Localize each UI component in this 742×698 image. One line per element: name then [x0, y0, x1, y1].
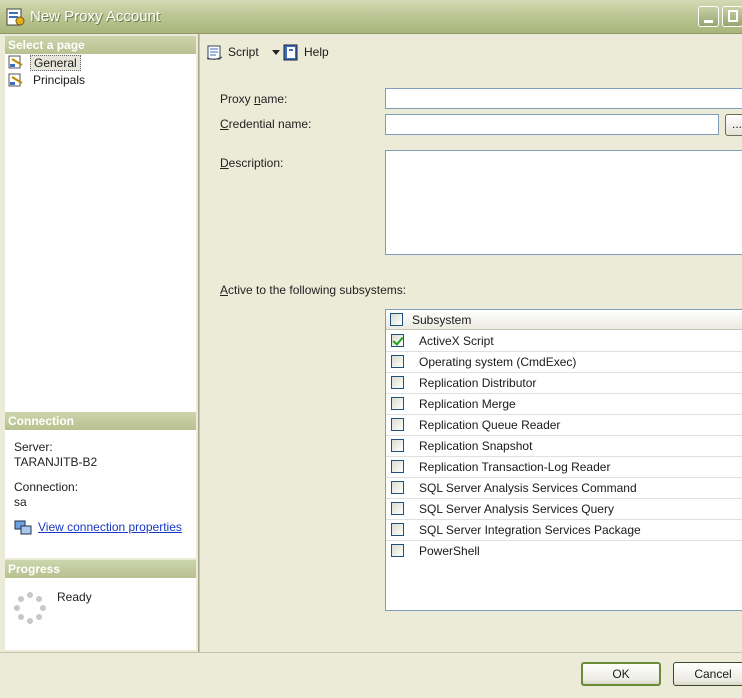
description-label: Description: — [220, 156, 284, 170]
subsystem-row-activex-script[interactable]: ActiveX Script — [386, 331, 742, 352]
script-label: Script — [228, 45, 259, 59]
progress-spinner-icon — [14, 592, 46, 624]
subsystem-row-ssas-query[interactable]: SQL Server Analysis Services Query — [386, 499, 742, 520]
connection-value: sa — [14, 495, 27, 509]
help-label: Help — [304, 45, 329, 59]
help-icon — [283, 44, 298, 61]
subsystem-row-powershell[interactable]: PowerShell — [386, 541, 742, 562]
connection-properties-icon — [14, 520, 32, 535]
minimize-button[interactable] — [698, 6, 719, 27]
subsystem-checkbox[interactable] — [391, 397, 404, 410]
title-bar[interactable]: New Proxy Account — [0, 0, 742, 34]
script-icon — [206, 45, 223, 60]
connection-label: Connection: — [14, 480, 79, 494]
credential-name-input[interactable] — [385, 114, 719, 135]
subsystems-grid: Subsystem ActiveX Script Operating syste… — [385, 309, 742, 611]
page-list: General Principals — [5, 54, 196, 412]
subsystem-name: SQL Server Analysis Services Query — [419, 502, 614, 516]
subsystem-column-header[interactable]: Subsystem — [412, 313, 471, 327]
page-label: General — [30, 55, 81, 71]
subsystem-row-replication-snapshot[interactable]: Replication Snapshot — [386, 436, 742, 457]
subsystem-name: Replication Transaction-Log Reader — [419, 460, 611, 474]
script-button[interactable]: Script — [206, 43, 280, 61]
server-label: Server: — [14, 440, 53, 454]
server-value: TARANJITB-B2 — [14, 455, 98, 469]
subsystem-row-ssas-command[interactable]: SQL Server Analysis Services Command — [386, 478, 742, 499]
new-proxy-account-dialog: New Proxy Account Select a page General — [0, 0, 742, 698]
page-icon — [8, 55, 23, 69]
subsystem-checkbox[interactable] — [391, 523, 404, 536]
subsystem-name: Replication Snapshot — [419, 439, 533, 453]
progress-status: Ready — [57, 590, 92, 604]
toolbar: Script Help — [200, 34, 742, 68]
page-item-general[interactable]: General — [8, 54, 188, 71]
window-title: New Proxy Account — [30, 8, 161, 25]
subsystem-row-replication-merge[interactable]: Replication Merge — [386, 394, 742, 415]
proxy-account-icon — [6, 8, 25, 26]
page-icon — [8, 73, 23, 87]
subsystem-row-replication-transaction-log-reader[interactable]: Replication Transaction-Log Reader — [386, 457, 742, 478]
page-item-principals[interactable]: Principals — [8, 72, 188, 89]
grid-header: Subsystem — [386, 310, 742, 330]
cancel-button[interactable]: Cancel — [673, 662, 742, 686]
subsystem-name: Operating system (CmdExec) — [419, 355, 577, 369]
subsystem-name: Replication Distributor — [419, 376, 537, 390]
subsystem-checkbox[interactable] — [391, 334, 404, 347]
select-page-header: Select a page — [5, 36, 196, 54]
subsystem-checkbox[interactable] — [391, 544, 404, 557]
subsystem-checkbox[interactable] — [391, 355, 404, 368]
connection-header: Connection — [5, 412, 196, 430]
page-label: Principals — [33, 73, 86, 87]
description-input[interactable] — [385, 150, 742, 255]
subsystem-name: Replication Queue Reader — [419, 418, 561, 432]
pane-divider — [198, 34, 200, 652]
maximize-button[interactable] — [722, 6, 742, 27]
proxy-name-input[interactable] — [385, 88, 742, 109]
subsystems-label: Active to the following subsystems: — [220, 283, 407, 297]
subsystem-checkbox[interactable] — [391, 502, 404, 515]
subsystem-checkbox[interactable] — [391, 460, 404, 473]
subsystem-checkbox[interactable] — [391, 418, 404, 431]
subsystem-row-ssis-package[interactable]: SQL Server Integration Services Package — [386, 520, 742, 541]
proxy-name-label: Proxy name: — [220, 92, 288, 106]
subsystem-name: ActiveX Script — [419, 334, 494, 348]
help-button[interactable]: Help — [282, 43, 332, 61]
subsystem-name: PowerShell — [419, 544, 480, 558]
view-connection-properties-link[interactable]: View connection properties — [38, 520, 182, 534]
subsystem-checkbox[interactable] — [391, 439, 404, 452]
subsystem-checkbox[interactable] — [391, 481, 404, 494]
select-all-checkbox[interactable] — [390, 313, 403, 326]
subsystem-name: SQL Server Integration Services Package — [419, 523, 641, 537]
subsystem-checkbox[interactable] — [391, 376, 404, 389]
subsystem-row-replication-distributor[interactable]: Replication Distributor — [386, 373, 742, 394]
ok-button[interactable]: OK — [581, 662, 661, 686]
maximize-icon — [728, 10, 738, 22]
left-pane: Select a page General Principals Connect… — [0, 34, 198, 652]
subsystem-row-operating-system[interactable]: Operating system (CmdExec) — [386, 352, 742, 373]
chevron-down-icon[interactable] — [272, 50, 280, 55]
credential-name-label: Credential name: — [220, 117, 312, 131]
connection-panel: Server: TARANJITB-B2 Connection: sa View… — [5, 430, 196, 558]
progress-header: Progress — [5, 560, 196, 578]
browse-credential-button[interactable]: ... — [725, 114, 742, 136]
button-bar: OK Cancel — [0, 652, 742, 698]
subsystem-row-replication-queue-reader[interactable]: Replication Queue Reader — [386, 415, 742, 436]
subsystem-name: SQL Server Analysis Services Command — [419, 481, 637, 495]
subsystem-name: Replication Merge — [419, 397, 516, 411]
